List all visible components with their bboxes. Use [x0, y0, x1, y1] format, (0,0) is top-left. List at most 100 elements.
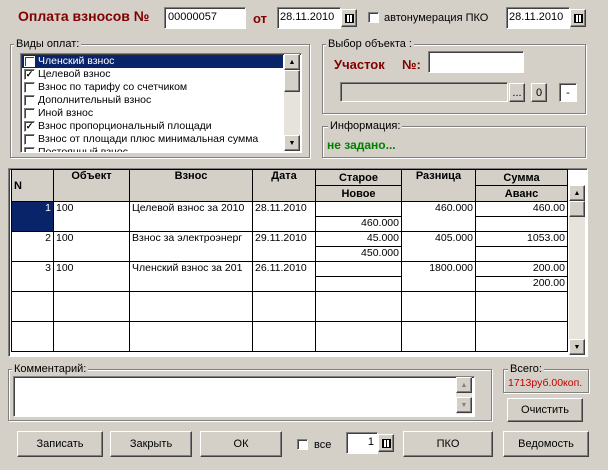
payment-type-checkbox[interactable]: [24, 147, 35, 152]
empty-cell[interactable]: [53, 291, 130, 322]
empty-cell[interactable]: [315, 291, 402, 322]
total-value: 1713руб.00коп.: [508, 377, 583, 389]
pko-date-calendar-button[interactable]: [570, 9, 586, 27]
empty-cell[interactable]: [11, 321, 54, 352]
scroll-thumb[interactable]: [284, 70, 300, 92]
col-n-header: N: [11, 169, 54, 202]
comment-scroll-down-button[interactable]: ▼: [456, 397, 472, 413]
comment-scrollbar[interactable]: ▲ ▼: [456, 377, 472, 414]
grid-scroll-up-button[interactable]: ▲: [569, 185, 585, 201]
empty-cell[interactable]: [252, 291, 316, 322]
payment-type-item[interactable]: ✓ Членский взнос: [22, 55, 283, 68]
empty-cell[interactable]: [315, 321, 402, 352]
payment-type-item[interactable]: Иной взнос: [22, 107, 283, 120]
count-calc-button[interactable]: [378, 434, 394, 452]
payment-type-checkbox[interactable]: ✓: [24, 69, 35, 80]
empty-table-row[interactable]: [11, 291, 568, 322]
payment-type-checkbox[interactable]: [24, 108, 35, 119]
doc-number-field[interactable]: 00000057: [164, 7, 246, 29]
save-button[interactable]: Записать: [17, 431, 103, 457]
dash-field[interactable]: -: [559, 83, 577, 102]
col-advance-header: Аванс: [475, 185, 568, 202]
payment-type-label: Целевой взнос: [38, 68, 111, 80]
empty-cell[interactable]: [475, 291, 568, 322]
scroll-up-button[interactable]: ▲: [284, 54, 300, 70]
pko-date-field[interactable]: 28.11.2010: [506, 7, 570, 29]
cell-fee[interactable]: Членский взнос за 201: [129, 261, 253, 292]
cell-date[interactable]: 29.11.2010: [252, 231, 316, 262]
payments-grid[interactable]: N Объект Взнос Дата Старое Разница Сумма…: [8, 168, 588, 357]
table-row[interactable]: 1 100 Целевой взнос за 2010 28.11.2010 460.0…: [11, 201, 568, 232]
cell-date[interactable]: 28.11.2010: [252, 201, 316, 232]
payment-type-item[interactable]: ✓ Взнос пропорциональный площади: [22, 120, 283, 133]
cell-diff[interactable]: 405.000: [401, 231, 476, 262]
cell-advance: [477, 217, 567, 231]
empty-cell[interactable]: [11, 291, 54, 322]
cell-date[interactable]: 26.11.2010: [252, 261, 316, 292]
cell-object[interactable]: 100: [53, 201, 130, 232]
cell-n[interactable]: 1: [11, 201, 54, 232]
object-combo[interactable]: [340, 82, 508, 102]
doc-date-calendar-button[interactable]: [341, 9, 357, 27]
table-row[interactable]: 2 100 Взнос за электроэнерг 29.11.2010 45.00…: [11, 231, 568, 262]
plot-number-input[interactable]: [428, 51, 524, 73]
cell-object[interactable]: 100: [53, 261, 130, 292]
payment-type-checkbox[interactable]: [24, 95, 35, 106]
cell-n[interactable]: 3: [11, 261, 54, 292]
payment-type-item[interactable]: Взнос от площади плюс минимальная сумма: [22, 133, 283, 146]
object-browse-button[interactable]: ...: [509, 83, 525, 102]
payment-type-checkbox[interactable]: [24, 134, 35, 145]
payment-type-item[interactable]: Постоянный взнос: [22, 146, 283, 152]
empty-cell[interactable]: [401, 321, 476, 352]
payment-type-item[interactable]: Взнос по тарифу со счетчиком: [22, 81, 283, 94]
scroll-down-button[interactable]: ▼: [284, 135, 300, 151]
payment-type-label: Взнос пропорциональный площади: [38, 120, 212, 132]
payment-types-scrollbar[interactable]: ▲ ▼: [284, 54, 300, 151]
comment-textarea[interactable]: ▲ ▼: [13, 376, 475, 417]
autonum-checkbox[interactable]: [368, 12, 379, 26]
doc-date-value: 28.11.2010: [280, 11, 335, 23]
cell-diff[interactable]: 460.000: [401, 201, 476, 232]
payment-type-checkbox[interactable]: ✓: [24, 56, 35, 67]
payment-type-item[interactable]: ✓ Целевой взнос: [22, 68, 283, 81]
grid-scrollbar[interactable]: ▲ ▼: [569, 185, 585, 355]
empty-cell[interactable]: [129, 291, 253, 322]
clear-button[interactable]: Очистить: [507, 398, 583, 422]
ok-button[interactable]: ОК: [200, 431, 282, 457]
cell-sum-cell[interactable]: 1053.00: [475, 231, 568, 262]
cell-fee[interactable]: Взнос за электроэнерг: [129, 231, 253, 262]
empty-cell[interactable]: [252, 321, 316, 352]
empty-cell[interactable]: [475, 321, 568, 352]
zero-button[interactable]: 0: [531, 83, 547, 102]
cell-sum-cell[interactable]: 460.00: [475, 201, 568, 232]
payment-type-item[interactable]: Дополнительный взнос: [22, 94, 283, 107]
pko-button[interactable]: ПКО: [403, 431, 493, 457]
cell-fee[interactable]: Целевой взнос за 2010: [129, 201, 253, 232]
grid-scroll-thumb[interactable]: [569, 201, 585, 217]
cell-n[interactable]: 2: [11, 231, 54, 262]
payment-types-list[interactable]: ✓ Членский взнос ✓ Целевой взнос Взнос по та…: [20, 53, 302, 153]
table-row[interactable]: 3 100 Членский взнос за 201 26.11.2010 1800.…: [11, 261, 568, 292]
comment-scroll-up-button[interactable]: ▲: [456, 377, 472, 393]
payment-type-checkbox[interactable]: ✓: [24, 121, 35, 132]
all-checkbox[interactable]: [297, 439, 308, 453]
payment-type-checkbox[interactable]: [24, 82, 35, 93]
grid-scroll-down-button[interactable]: ▼: [569, 339, 585, 355]
cell-sum-cell[interactable]: 200.00 200.00: [475, 261, 568, 292]
cell-old-cell[interactable]: 45.000 450.000: [315, 231, 402, 262]
cell-object[interactable]: 100: [53, 231, 130, 262]
close-button[interactable]: Закрыть: [110, 431, 192, 457]
empty-cell[interactable]: [53, 321, 130, 352]
payment-type-label: Членский взнос: [38, 55, 115, 67]
doc-date-field[interactable]: 28.11.2010: [277, 7, 341, 29]
statement-label: Ведомость: [518, 438, 574, 450]
cell-old-cell[interactable]: [315, 261, 402, 292]
empty-cell[interactable]: [401, 291, 476, 322]
statement-button[interactable]: Ведомость: [503, 431, 589, 457]
count-field[interactable]: 1: [346, 432, 378, 454]
cell-new: 460.000: [361, 217, 399, 229]
empty-table-row[interactable]: [11, 321, 568, 352]
cell-diff[interactable]: 1800.000: [401, 261, 476, 292]
empty-cell[interactable]: [129, 321, 253, 352]
cell-old-cell[interactable]: 460.000: [315, 201, 402, 232]
